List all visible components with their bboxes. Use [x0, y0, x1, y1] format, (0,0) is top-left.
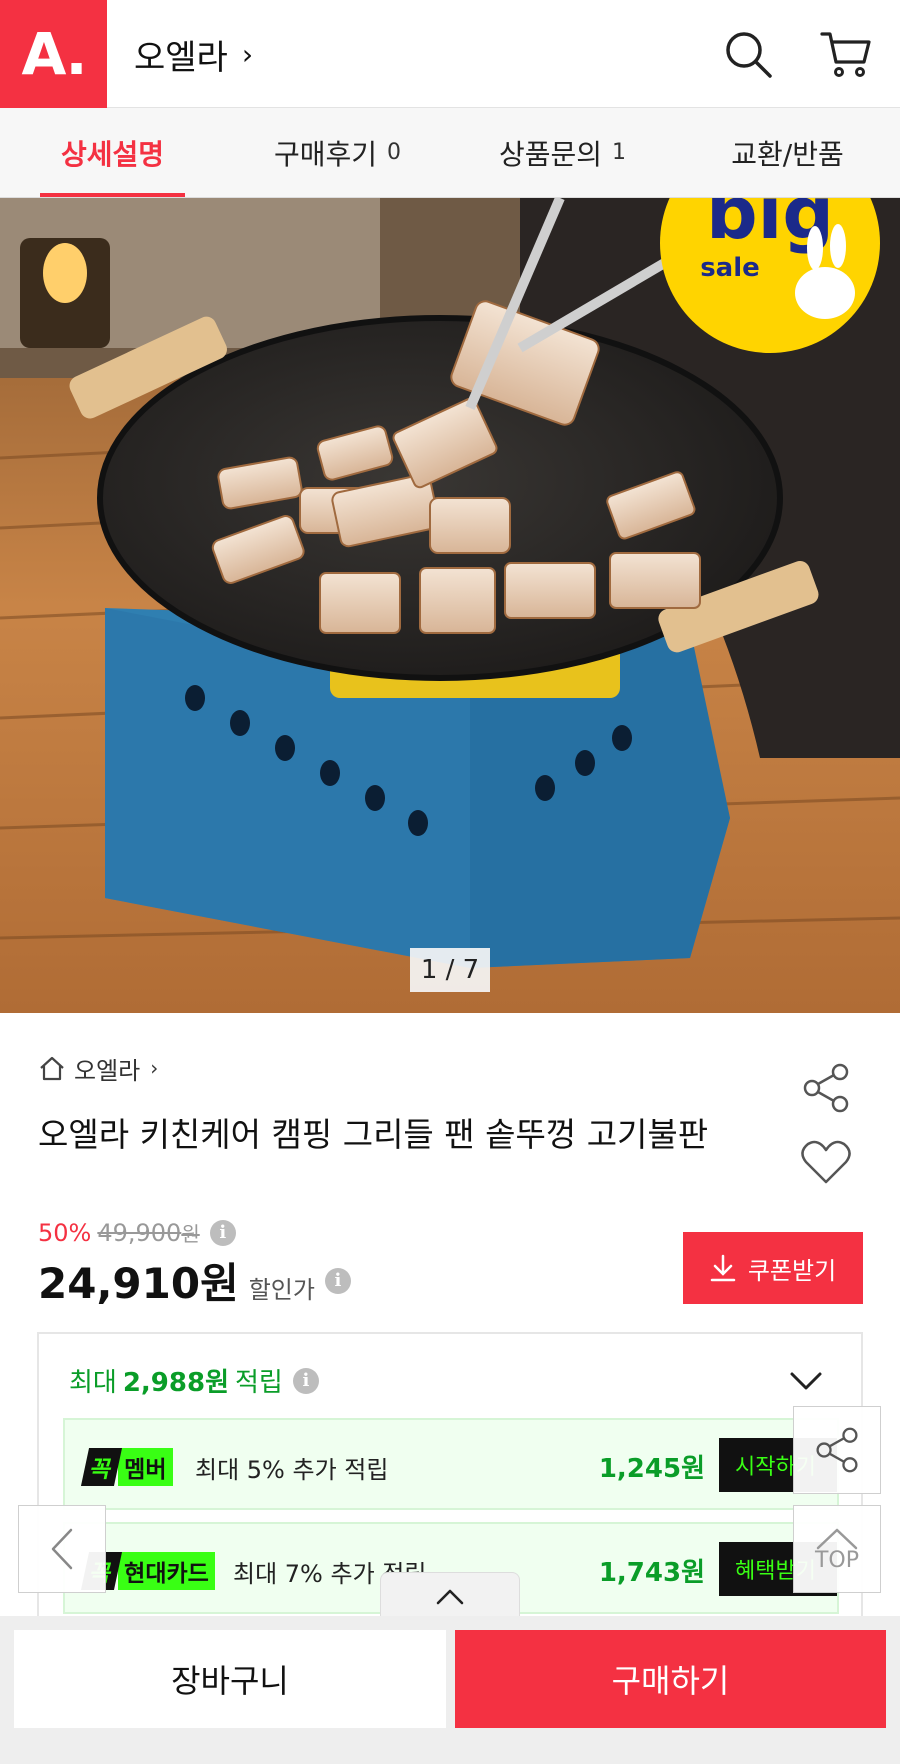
discount-rate: 50%	[38, 1218, 92, 1247]
product-photo: big sale	[0, 198, 900, 1013]
product-title: 오엘라 키친케어 캠핑 그리들 팬 솥뚜껑 고기불판	[38, 1115, 709, 1154]
perk-amount: 1,743원	[598, 1558, 705, 1588]
original-price: 49,900	[97, 1218, 182, 1247]
coupon-label: 쿠폰받기	[747, 1256, 837, 1285]
share-icon[interactable]	[800, 1062, 852, 1114]
tab-returns[interactable]: 교환/반품	[675, 108, 900, 197]
product-image-carousel[interactable]: big sale	[0, 198, 900, 1013]
tab-count: 1	[612, 140, 627, 165]
points-prefix: 최대	[69, 1368, 117, 1398]
perk-member: 꼭 멤버 최대 5% 추가 적립 1,245원 시작하기	[63, 1418, 839, 1510]
tab-count: 0	[387, 140, 402, 165]
sale-price: 24,910원	[38, 1259, 239, 1308]
share-icon	[816, 1427, 858, 1473]
coupon-button[interactable]: 쿠폰받기	[683, 1232, 863, 1304]
breadcrumb[interactable]: 오엘라 ›	[38, 1048, 158, 1088]
store-name: 오엘라	[134, 37, 228, 78]
tab-questions[interactable]: 상품문의 1	[450, 108, 675, 197]
sale-price-row: 24,910원 할인가 i	[38, 1250, 351, 1311]
chevron-up-icon	[436, 1589, 464, 1604]
original-price-unit: 원	[181, 1222, 200, 1246]
heart-icon[interactable]	[800, 1138, 852, 1186]
perk-tag-mark: 꼭	[80, 1448, 123, 1486]
sale-price-label: 할인가	[248, 1276, 315, 1304]
expand-toggle[interactable]	[380, 1572, 520, 1620]
search-icon[interactable]	[722, 28, 774, 80]
tab-detail[interactable]: 상세설명	[0, 108, 225, 197]
original-price-row: 50% 49,900 원 i	[38, 1218, 236, 1247]
top-label: TOP	[814, 1547, 860, 1573]
detail-tabs: 상세설명 구매후기 0 상품문의 1 교환/반품	[0, 108, 900, 198]
info-icon[interactable]: i	[292, 1367, 319, 1394]
bottom-action-bar: 장바구니 구매하기	[0, 1616, 900, 1764]
tab-label: 구매후기	[273, 137, 378, 171]
chevron-right-icon: ›	[241, 37, 254, 71]
floating-share-button[interactable]	[793, 1406, 881, 1494]
chevron-down-icon[interactable]	[789, 1370, 823, 1392]
chevron-right-icon: ›	[150, 1056, 159, 1080]
download-icon	[710, 1254, 736, 1282]
tab-label: 상세설명	[60, 137, 165, 171]
add-to-cart-button[interactable]: 장바구니	[14, 1630, 446, 1728]
tab-reviews[interactable]: 구매후기 0	[225, 108, 450, 197]
badge-sale-text: sale	[700, 253, 760, 283]
app-header: A. 오엘라 ›	[0, 0, 900, 108]
perk-tag-name: 현대카드	[118, 1552, 215, 1590]
cart-icon[interactable]	[820, 28, 872, 80]
store-link[interactable]: 오엘라 ›	[134, 28, 253, 80]
scroll-top-button[interactable]: TOP	[793, 1505, 881, 1593]
buy-now-button[interactable]: 구매하기	[455, 1630, 886, 1728]
perk-amount: 1,245원	[598, 1454, 705, 1484]
breadcrumb-store: 오엘라	[74, 1056, 141, 1085]
perk-tag-name: 멤버	[118, 1448, 173, 1486]
back-button[interactable]	[18, 1505, 106, 1593]
info-icon[interactable]: i	[324, 1267, 351, 1294]
points-amount: 2,988원	[122, 1368, 230, 1398]
chevron-left-icon	[51, 1528, 73, 1570]
perk-text: 최대 5% 추가 적립	[195, 1456, 389, 1484]
home-icon	[40, 1056, 64, 1081]
points-header[interactable]: 최대 2,988원 적립 i	[69, 1362, 319, 1399]
tab-label: 상품문의	[498, 137, 603, 171]
info-icon[interactable]: i	[209, 1219, 236, 1246]
image-pager: 1 / 7	[410, 948, 490, 992]
perk-tag: 꼭 멤버	[80, 1448, 173, 1486]
tab-label: 교환/반품	[731, 137, 844, 171]
logo[interactable]: A.	[0, 0, 107, 108]
points-suffix: 적립	[235, 1368, 283, 1398]
